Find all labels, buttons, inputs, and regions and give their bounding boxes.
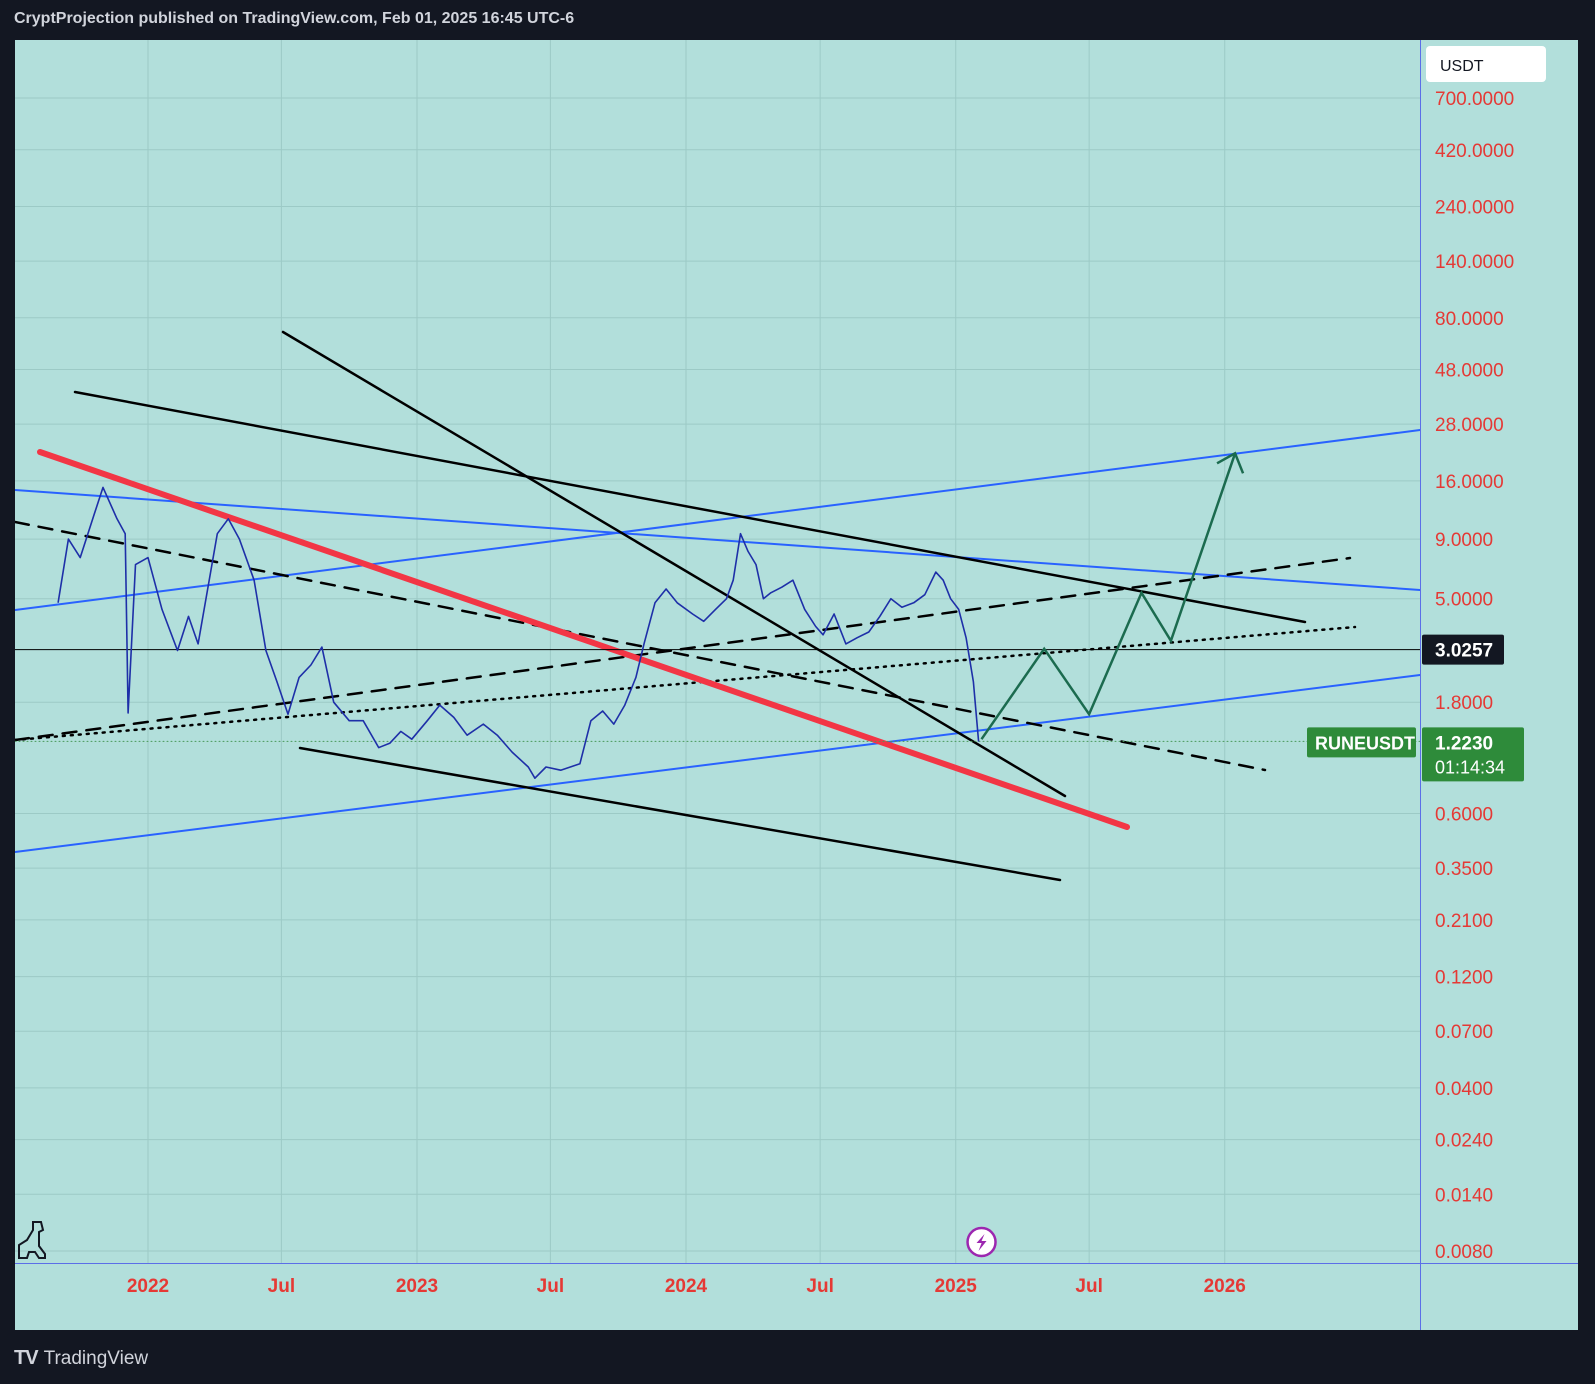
x-tick-label: 2026 [1204, 1276, 1246, 1297]
y-tick-label: 420.0000 [1435, 141, 1514, 162]
blue-descending-line [14, 489, 1421, 591]
black-dashed-descending-line [13, 520, 1267, 772]
y-tick-label: 700.0000 [1435, 89, 1514, 110]
y-tick-label: 5.0000 [1435, 590, 1493, 611]
y-tick-label: 1.8000 [1435, 693, 1493, 714]
current-price-label: 1.2230 [1435, 733, 1493, 754]
crosshair-price-label: 3.0257 [1435, 641, 1493, 662]
y-tick-label: 28.0000 [1435, 415, 1504, 436]
chart-grid [15, 40, 1420, 1263]
currency-label: USDT [1440, 58, 1484, 75]
countdown-label: 01:14:34 [1435, 757, 1505, 777]
x-tick-label: 2024 [665, 1276, 708, 1297]
dinosaur-logo-icon [18, 1221, 46, 1259]
y-tick-label: 240.0000 [1435, 197, 1514, 218]
x-tick-label: 2025 [935, 1276, 978, 1297]
red-trendline [37, 449, 1130, 830]
blue-channel-lower-line [14, 674, 1421, 853]
y-tick-label: 0.0700 [1435, 1022, 1493, 1043]
projection-path-group [980, 451, 1245, 740]
black-dotted-line [13, 625, 1357, 742]
y-tick-label: 0.6000 [1435, 805, 1493, 826]
y-tick-label: 48.0000 [1435, 361, 1504, 382]
footer-brand: TradingView [43, 1347, 149, 1369]
publisher-line: CryptProjection published on TradingView… [14, 10, 575, 27]
y-tick-label: 140.0000 [1435, 252, 1514, 273]
price-series-group [57, 486, 980, 779]
x-tick-label: Jul [1075, 1276, 1102, 1297]
projection-path [980, 452, 1237, 740]
tradingview-footer: TV TradingView [14, 1347, 148, 1370]
axis-labels: USDT 700.0000 420.0000 240.0000 140.0000 80.0… [18, 46, 1546, 1297]
y-tick-label: 0.0400 [1435, 1079, 1493, 1100]
y-tick-label: 0.2100 [1435, 911, 1493, 932]
blue-channel-upper-line [14, 429, 1421, 611]
y-tick-label: 0.0080 [1435, 1242, 1493, 1263]
y-tick-label: 0.3500 [1435, 859, 1493, 880]
black-steep-line [281, 330, 1067, 798]
symbol-label: RUNEUSDT [1315, 733, 1415, 753]
y-tick-label: 9.0000 [1435, 530, 1493, 551]
y-tick-label: 80.0000 [1435, 309, 1504, 330]
trendline-drawings [13, 330, 1421, 882]
price-series-line [57, 486, 980, 779]
x-tick-label: Jul [268, 1276, 295, 1297]
y-tick-label: 0.0240 [1435, 1131, 1493, 1152]
tradingview-logo-icon: TV [14, 1347, 39, 1369]
chart-area[interactable]: USDT 700.0000 420.0000 240.0000 140.0000 80.0… [13, 40, 1578, 1330]
x-tick-label: 2022 [127, 1276, 169, 1297]
y-tick-label: 0.1200 [1435, 968, 1493, 989]
x-tick-label: Jul [537, 1276, 564, 1297]
x-tick-label: 2023 [396, 1276, 438, 1297]
price-chart[interactable]: USDT 700.0000 420.0000 240.0000 140.0000 80.0… [13, 40, 1578, 1330]
y-tick-label: 16.0000 [1435, 472, 1504, 493]
y-tick-label: 0.0140 [1435, 1185, 1493, 1206]
x-tick-label: Jul [806, 1276, 833, 1297]
